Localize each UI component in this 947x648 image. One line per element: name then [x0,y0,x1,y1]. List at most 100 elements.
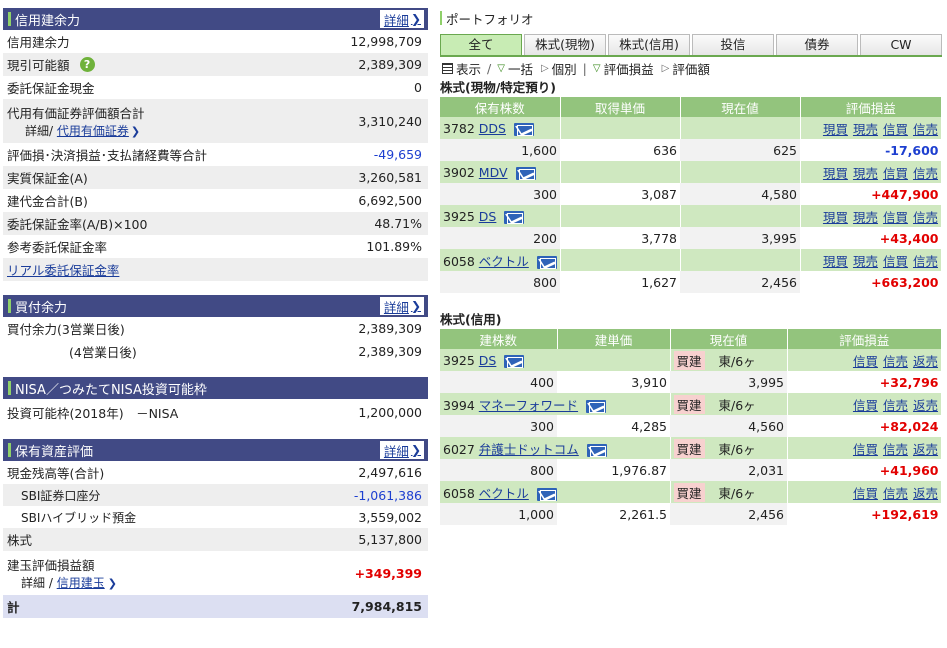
trade-action-link[interactable]: 信買 [883,210,908,225]
trade-action-link[interactable]: 信売 [913,254,938,269]
trade-action-link[interactable]: 信買 [883,122,908,137]
chevron-right-icon: ❯ [130,125,141,138]
row-value: 2,389,309 [358,321,422,336]
tab-bonds[interactable]: 債券 [776,34,858,55]
row-label: SBIハイブリッド預金 [21,510,137,525]
trade-action-link[interactable]: 信買 [853,486,878,501]
trade-action-link[interactable]: 信売 [883,398,908,413]
trade-action-link[interactable]: 信売 [883,442,908,457]
holding-name-row: 3782 DDS 現買 現売 信買 信売 [440,117,942,139]
mail-icon[interactable] [586,443,607,457]
detail-label: 詳細 [383,443,409,459]
trade-action-link[interactable]: 現買 [823,122,848,137]
mail-icon[interactable] [586,399,607,413]
tab-all[interactable]: 全て [440,34,522,55]
column-header: 評価損益 [800,97,942,117]
trade-action-link[interactable]: 信買 [883,254,908,269]
sub-prefix: 詳細 / [21,576,57,590]
mail-icon[interactable] [504,210,525,224]
empty-cell [680,161,801,183]
trade-action-link[interactable]: 信買 [853,398,878,413]
trade-action-link[interactable]: 信売 [883,354,908,369]
stock-name-link[interactable]: DDS [479,121,506,136]
triangle-right-icon: ▷ [540,62,549,74]
tab-cw[interactable]: CW [860,34,942,55]
trade-action-link[interactable]: 信売 [913,210,938,225]
help-icon[interactable]: ? [79,57,95,72]
trade-action-link[interactable]: 返売 [913,442,938,457]
info-row: SBI証券口座分 -1,061,386 [3,484,428,506]
trade-action-link[interactable]: 現売 [853,166,878,181]
empty-cell [680,249,801,271]
stock-cell: 3994 マネーフォワード [440,393,671,415]
trade-action-link[interactable]: 信買 [853,442,878,457]
position-value-row: 1,000 2,261.5 2,456 +192,619 [440,503,942,525]
stock-name-link[interactable]: DS [479,209,497,224]
cost-cell: 3,910 [557,371,670,393]
market-label: 東/6ヶ [718,485,756,501]
pl-cell: +43,400 [800,227,942,249]
row-label: 参考委託保証金率 [7,240,108,255]
cost-cell: 636 [560,139,680,161]
pl-toggle[interactable]: ▽ 評価損益 [593,59,654,78]
price-cell: 3,995 [670,371,787,393]
side-market-cell: 買建 東/6ヶ [670,393,788,415]
price-cell: 3,995 [680,227,800,249]
assets-detail-button[interactable]: 詳細 ❯ [379,441,424,459]
row-value: 0 [414,80,422,95]
row-value: 48.71% [374,216,422,231]
side-market-cell: 買建 東/6ヶ [670,349,788,371]
trade-action-link[interactable]: 現売 [853,210,878,225]
position-value-row: 800 1,976.87 2,031 +41,960 [440,459,942,481]
trade-action-link[interactable]: 返売 [913,398,938,413]
trade-action-link[interactable]: 信買 [853,354,878,369]
stock-cell: 6058 ベクトル [440,249,561,271]
qty-cell: 1,000 [440,503,557,525]
trade-action-link[interactable]: 返売 [913,354,938,369]
stock-name-link[interactable]: ベクトル [479,254,529,269]
value-toggle[interactable]: ▷ 評価額 [662,59,710,78]
trade-action-link[interactable]: 現買 [823,254,848,269]
trade-action-link[interactable]: 信買 [883,166,908,181]
real-margin-rate-link[interactable]: リアル委託保証金率 [7,260,119,279]
info-row: 信用建余力 12,998,709 [3,30,428,53]
chevron-right-icon: ❯ [410,443,421,457]
buying-power-detail-button[interactable]: 詳細 ❯ [379,297,424,315]
pl-cell: +82,024 [787,415,942,437]
tab-margin-stocks[interactable]: 株式(信用) [608,34,690,55]
mail-icon[interactable] [536,255,557,269]
stock-name-link[interactable]: MDV [479,165,508,180]
margin-table: 建株数 建単価 現在値 評価損益 3925 DS 買建 東/6ヶ 信買 信売 返売 400 3… [440,329,942,525]
trade-action-link[interactable]: 信売 [883,486,908,501]
row-value: 5,137,800 [358,532,422,547]
tab-funds[interactable]: 投信 [692,34,774,55]
trade-action-link[interactable]: 現買 [823,166,848,181]
stock-code: 3925 [443,208,475,224]
stock-name-link[interactable]: マネーフォワード [479,398,578,413]
stock-name-link[interactable]: DS [479,353,497,368]
mail-icon[interactable] [513,122,534,136]
trade-action-link[interactable]: 信売 [913,122,938,137]
display-toggle[interactable]: 表示 [442,59,481,78]
trade-action-link[interactable]: 信売 [913,166,938,181]
assets-header: 保有資産評価 詳細 ❯ [3,439,428,461]
margin-power-detail-button[interactable]: 詳細 ❯ [379,10,424,28]
mail-icon[interactable] [536,487,557,501]
empty-cell [560,117,681,139]
mail-icon[interactable] [504,354,525,368]
stock-cell: 6027 弁護士ドットコム [440,437,671,459]
individual-toggle[interactable]: ▷ 個別 [541,59,577,78]
stock-name-link[interactable]: ベクトル [479,486,529,501]
tab-spot-stocks[interactable]: 株式(現物) [524,34,606,55]
trade-action-link[interactable]: 返売 [913,486,938,501]
trade-action-link[interactable]: 現買 [823,210,848,225]
substitute-securities-link[interactable]: 代用有価証券 [57,124,129,138]
trade-action-link[interactable]: 現売 [853,254,878,269]
margin-positions-link[interactable]: 信用建玉 [57,576,105,590]
mail-icon[interactable] [515,166,536,180]
info-row: SBIハイブリッド預金 3,559,002 [3,506,428,528]
stock-name-link[interactable]: 弁護士ドットコム [479,442,579,457]
lump-toggle[interactable]: ▽ 一括 [497,59,533,78]
trade-action-link[interactable]: 現売 [853,122,878,137]
